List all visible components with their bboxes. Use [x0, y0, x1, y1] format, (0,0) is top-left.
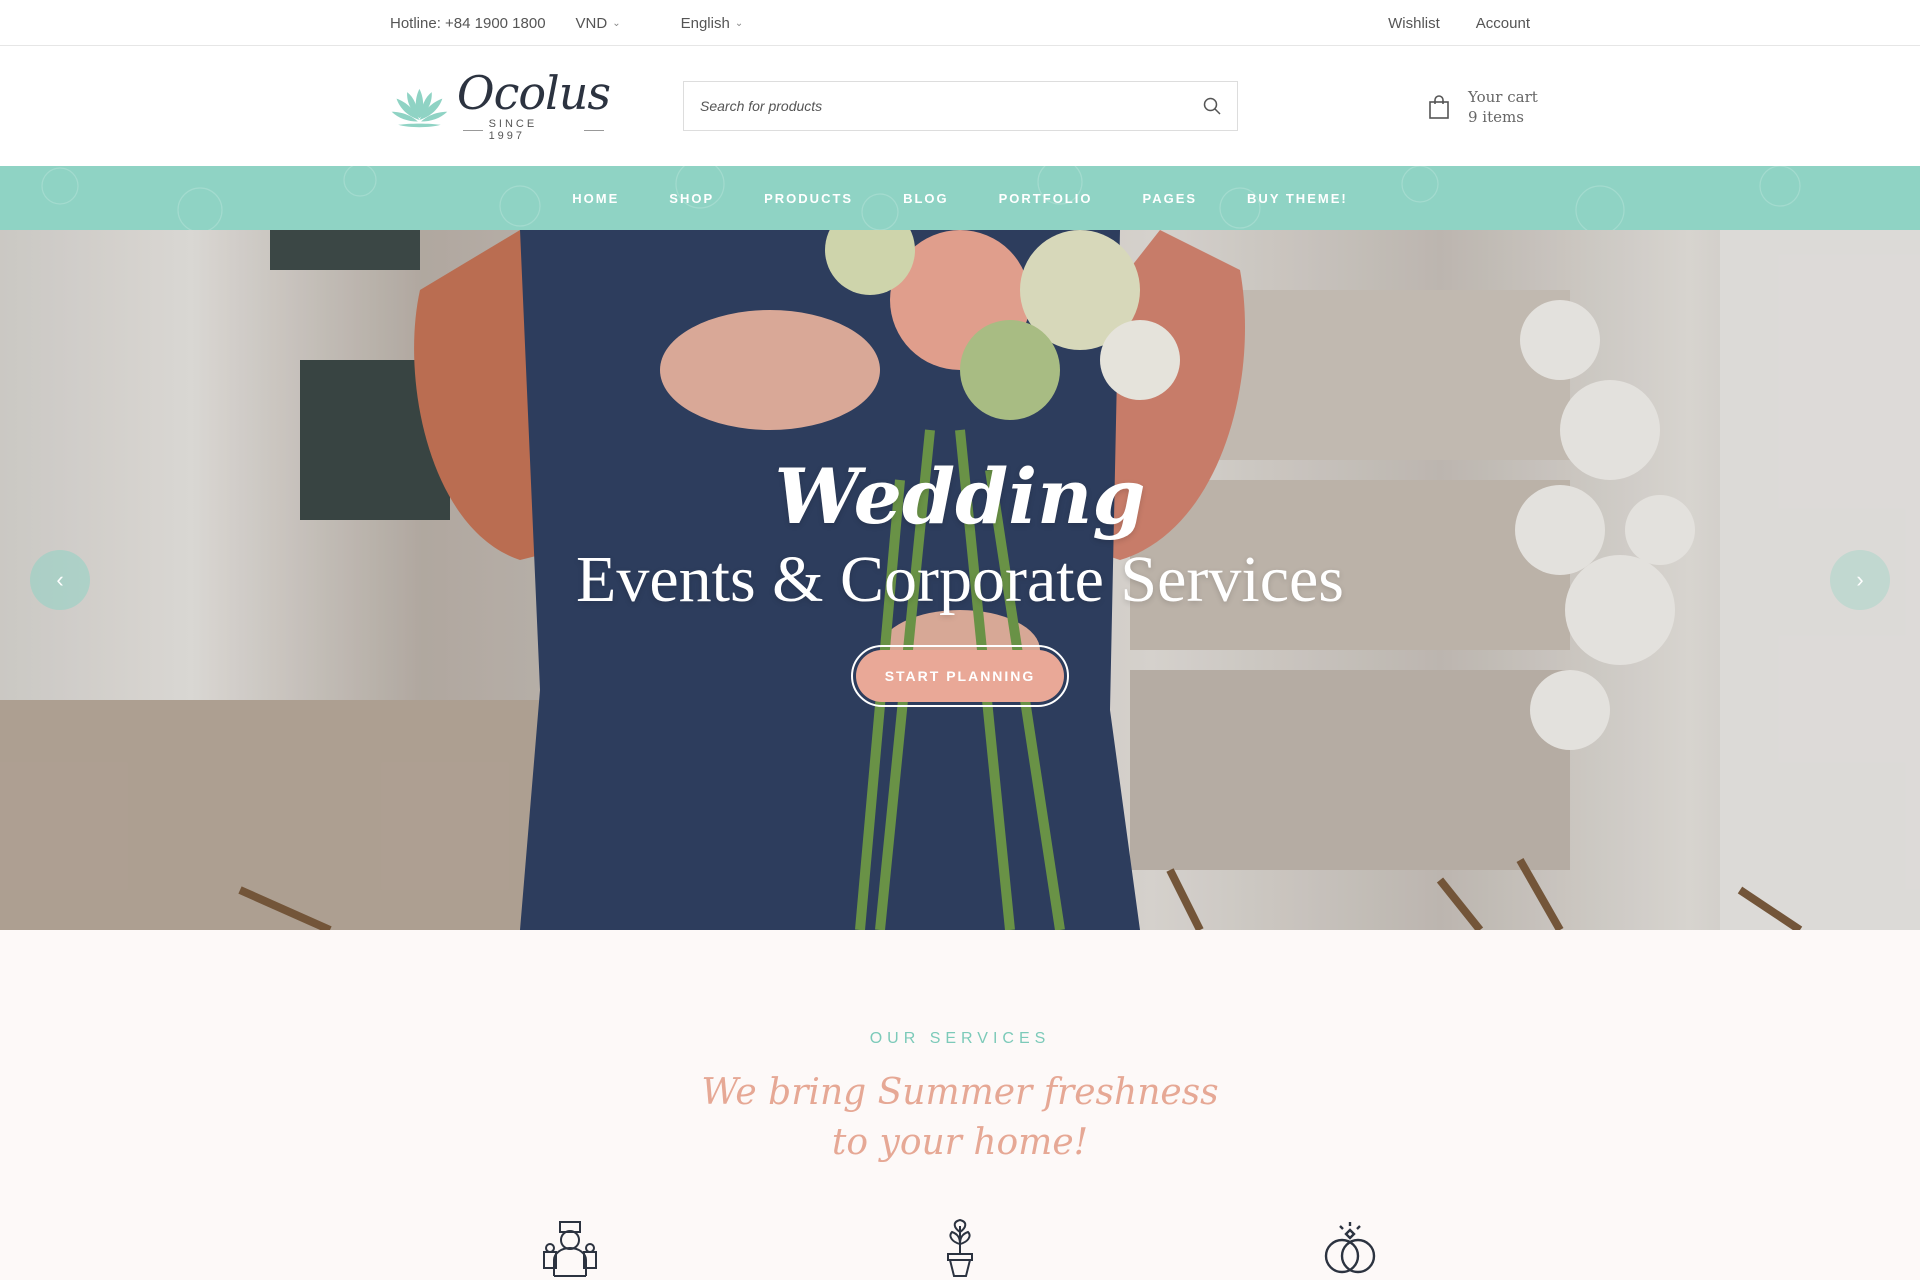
wishlist-link[interactable]: Wishlist	[1388, 15, 1440, 32]
chevron-right-icon: ›	[1856, 567, 1864, 592]
chevron-down-icon: ⌄	[734, 17, 744, 29]
services-section: OUR SERVICES We bring Summer freshness t…	[0, 930, 1920, 1280]
logo[interactable]: Ocolus SINCE 1997	[390, 66, 611, 142]
cart-button[interactable]: Your cart 9 items	[1428, 86, 1538, 128]
search-icon	[1203, 97, 1221, 115]
logo-tagline: SINCE 1997	[457, 118, 610, 142]
nav-item-blog[interactable]: BLOG	[903, 191, 949, 206]
services-title: We bring Summer freshness to your home!	[0, 1068, 1920, 1168]
search-button[interactable]	[1187, 82, 1237, 130]
main-nav: HOME SHOP PRODUCTS BLOG PORTFOLIO PAGES …	[0, 166, 1920, 230]
chevron-down-icon: ⌄	[612, 17, 621, 29]
chevron-left-icon: ‹	[56, 567, 64, 592]
shopping-bag-icon	[1429, 95, 1449, 119]
florist-icon	[543, 1221, 597, 1277]
nav-item-pages[interactable]: PAGES	[1142, 191, 1197, 206]
hero-slider: Wedding Events & Corporate Services STAR…	[0, 230, 1920, 930]
account-link[interactable]: Account	[1476, 15, 1530, 32]
currency-label: VND	[575, 14, 608, 32]
hotline[interactable]: Hotline: +84 1900 1800	[390, 15, 546, 32]
lotus-logo-icon	[391, 88, 448, 128]
services-title-line2: to your home!	[831, 1122, 1089, 1163]
search-input[interactable]	[684, 82, 1187, 130]
cart-count: 9 items	[1468, 108, 1524, 126]
logo-name: Ocolus	[456, 66, 611, 120]
nav-item-home[interactable]: HOME	[572, 191, 619, 206]
language-dropdown[interactable]: English ⌄	[681, 15, 774, 32]
slider-next-button[interactable]: ›	[1830, 550, 1890, 610]
nav-item-buy-theme[interactable]: BUY THEME!	[1247, 191, 1348, 206]
search-bar	[683, 81, 1238, 131]
slider-prev-button[interactable]: ‹	[30, 550, 90, 610]
language-label: English	[680, 14, 730, 32]
start-planning-button[interactable]: START PLANNING	[851, 645, 1069, 707]
hero-main-title: Events & Corporate Services	[576, 543, 1344, 616]
start-planning-label: START PLANNING	[856, 650, 1064, 702]
top-bar: Hotline: +84 1900 1800 VND ⌄ English ⌄ W…	[0, 0, 1920, 46]
cart-label: Your cart	[1468, 88, 1538, 106]
currency-dropdown[interactable]: VND ⌄	[576, 15, 651, 32]
services-eyebrow: OUR SERVICES	[869, 1030, 1051, 1047]
wedding-rings-icon	[1324, 1222, 1376, 1274]
nav-item-shop[interactable]: SHOP	[669, 191, 714, 206]
hero-script-title: Wedding	[774, 452, 1146, 541]
services-title-line1: We bring Summer freshness	[701, 1072, 1219, 1113]
nav-item-products[interactable]: PRODUCTS	[764, 191, 853, 206]
site-header: Ocolus SINCE 1997 Your cart 9 items	[0, 46, 1920, 166]
potted-plant-icon	[947, 1218, 973, 1277]
nav-item-portfolio[interactable]: PORTFOLIO	[999, 191, 1093, 206]
